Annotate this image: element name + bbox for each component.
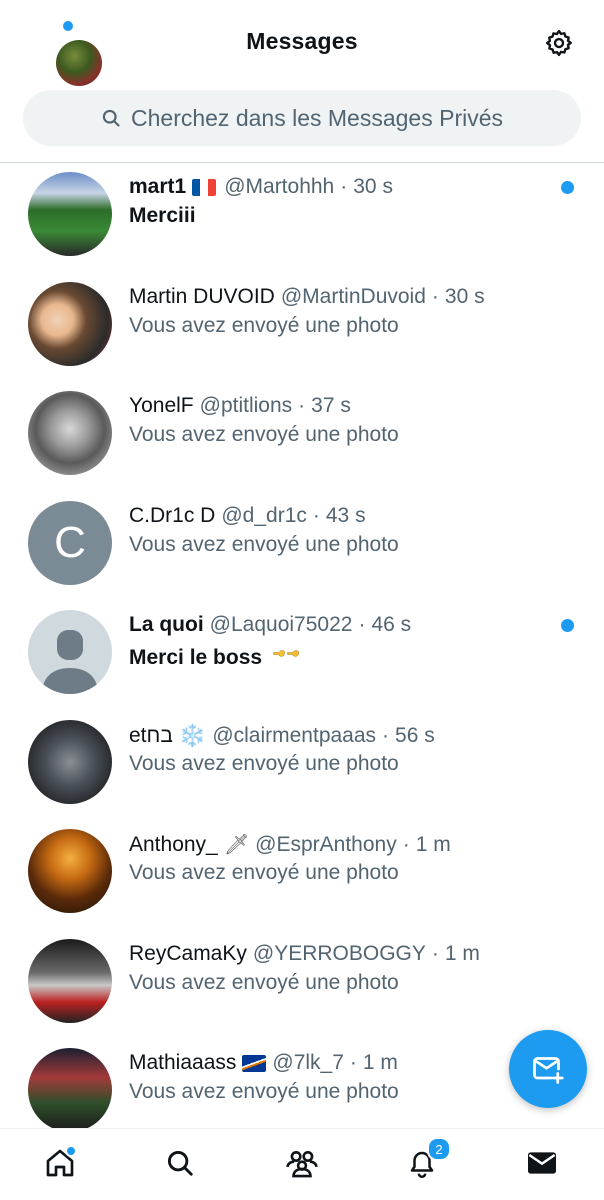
flag-marshall-islands-icon	[242, 1054, 267, 1072]
conversation-preview: Merci le boss	[129, 646, 263, 669]
nav-messages[interactable]	[522, 1143, 562, 1183]
envelope-icon	[528, 1152, 556, 1174]
conversation-time: 1 m	[444, 941, 480, 965]
unread-dot	[561, 181, 574, 194]
conversation-preview: Vous avez envoyé une photo	[129, 751, 399, 775]
conversation-item[interactable]: Martin DUVOID @MartinDuvoid · 30 s Vous …	[0, 273, 604, 383]
avatar	[28, 829, 112, 913]
separator: ·	[312, 503, 320, 527]
conversation-name: mart1	[129, 175, 187, 198]
conversation-time: 1 m	[415, 832, 451, 856]
avatar	[28, 1048, 112, 1132]
conversation-handle: @7lk_7	[272, 1051, 344, 1074]
dagger-icon: 🗡	[223, 834, 250, 856]
pointing-hands-emoji-icon	[273, 650, 299, 657]
conversation-name: Martin DUVOID	[129, 284, 275, 308]
conversation-time: 30 s	[444, 284, 485, 308]
conversation-preview-wrap: Merci le boss	[129, 642, 300, 670]
conversation-item[interactable]: ReyCamaKy @YERROBOGGY · 1 m Vous avez en…	[0, 930, 604, 1040]
conversation-item[interactable]: La quoi @Laquoi75022 · 46 s Merci le bos…	[0, 601, 604, 711]
conversation-handle: @YERROBOGGY	[252, 941, 426, 965]
conversation-name: C.Dr1c D	[129, 503, 216, 527]
avatar	[28, 719, 112, 804]
conversation-name: La quoi	[129, 613, 204, 636]
snowflake-icon: ❄️	[178, 722, 207, 748]
nav-home[interactable]	[40, 1143, 80, 1183]
conversation-preview: Vous avez envoyé une photo	[129, 532, 399, 556]
conversation-item[interactable]: C C.Dr1c D @d_dr1c · 43 s Vous avez envo…	[0, 492, 604, 602]
conversation-handle: @ptitlions	[199, 394, 293, 417]
messages-screen: Messages Cherchez dans les Messages Priv…	[0, 0, 604, 1200]
avatar	[28, 281, 112, 366]
conversation-name: ReyCamaKy	[129, 941, 247, 965]
separator: ·	[431, 941, 439, 965]
conversation-preview: Vous avez envoyé une photo	[129, 1080, 399, 1103]
notification-dot	[65, 1145, 77, 1157]
conversation-time: 46 s	[371, 613, 412, 636]
conversation-time: 37 s	[311, 394, 351, 417]
settings-button[interactable]	[542, 26, 576, 60]
conversation-item[interactable]: Anthony_ 🗡 @EsprAnthony · 1 m Vous avez …	[0, 820, 604, 930]
search-placeholder: Cherchez dans les Messages Privés	[131, 104, 503, 131]
flag-france-icon	[192, 178, 217, 196]
conversation-name: Anthony_	[129, 832, 218, 856]
conversation-time: 43 s	[325, 503, 366, 527]
gear-icon	[545, 29, 572, 57]
header: Messages	[0, 0, 604, 86]
conversation-preview: Vous avez envoyé une photo	[129, 313, 399, 337]
conversation-handle: @EsprAnthony	[255, 832, 397, 856]
conversation-name: Mathiaaass	[129, 1051, 237, 1074]
search-input[interactable]: Cherchez dans les Messages Privés	[23, 90, 581, 146]
conversation-handle: @d_dr1c	[221, 503, 307, 527]
conversation-handle: @MartinDuvoid	[280, 284, 426, 308]
nav-search[interactable]	[160, 1143, 200, 1183]
nav-notifications[interactable]: 2	[402, 1137, 451, 1183]
conversation-item[interactable]: etבח ❄️ @clairmentpaaas · 56 s Vous avez…	[0, 711, 604, 821]
conversation-time: 30 s	[353, 175, 393, 198]
separator: ·	[349, 1051, 357, 1074]
conversation-preview: Vous avez envoyé une photo	[129, 423, 399, 446]
conversation-handle: @Martohhh	[224, 175, 335, 198]
notification-badge: 2	[427, 1137, 451, 1161]
conversation-time: 1 m	[362, 1051, 398, 1074]
conversation-list: mart1 @Martohhh · 30 s Merciii Martin DU…	[0, 163, 604, 1149]
nav-communities[interactable]	[282, 1143, 322, 1183]
conversation-item[interactable]: mart1 @Martohhh · 30 s Merciii	[0, 163, 604, 273]
unread-dot	[561, 619, 574, 632]
new-message-button[interactable]	[509, 1030, 587, 1108]
page-title: Messages	[246, 28, 358, 54]
conversation-preview: Merciii	[129, 204, 196, 227]
separator: ·	[431, 284, 439, 308]
search-icon	[102, 109, 120, 127]
search-icon	[167, 1150, 193, 1176]
default-user-icon	[42, 630, 98, 694]
conversation-preview: Vous avez envoyé une photo	[129, 970, 399, 994]
avatar	[28, 391, 112, 475]
conversation-name: YonelF	[129, 394, 194, 417]
conversation-handle: @clairmentpaaas	[212, 723, 377, 747]
default-avatar	[28, 610, 112, 694]
avatar	[28, 172, 112, 256]
separator: ·	[402, 832, 410, 856]
conversation-handle: @Laquoi75022	[209, 613, 353, 636]
separator: ·	[382, 723, 390, 747]
avatar: C	[28, 500, 112, 585]
new-message-icon	[533, 1057, 564, 1084]
avatar	[28, 938, 112, 1023]
communities-icon	[286, 1150, 318, 1178]
conversation-time: 56 s	[395, 723, 435, 747]
conversation-preview: Vous avez envoyé une photo	[129, 861, 399, 884]
separator: ·	[358, 613, 366, 636]
separator: ·	[340, 175, 348, 198]
separator: ·	[298, 394, 306, 417]
bottom-nav: 2	[0, 1128, 604, 1200]
conversation-name: etבח	[129, 723, 173, 747]
conversation-item[interactable]: YonelF @ptitlions · 37 s Vous avez envoy…	[0, 382, 604, 492]
